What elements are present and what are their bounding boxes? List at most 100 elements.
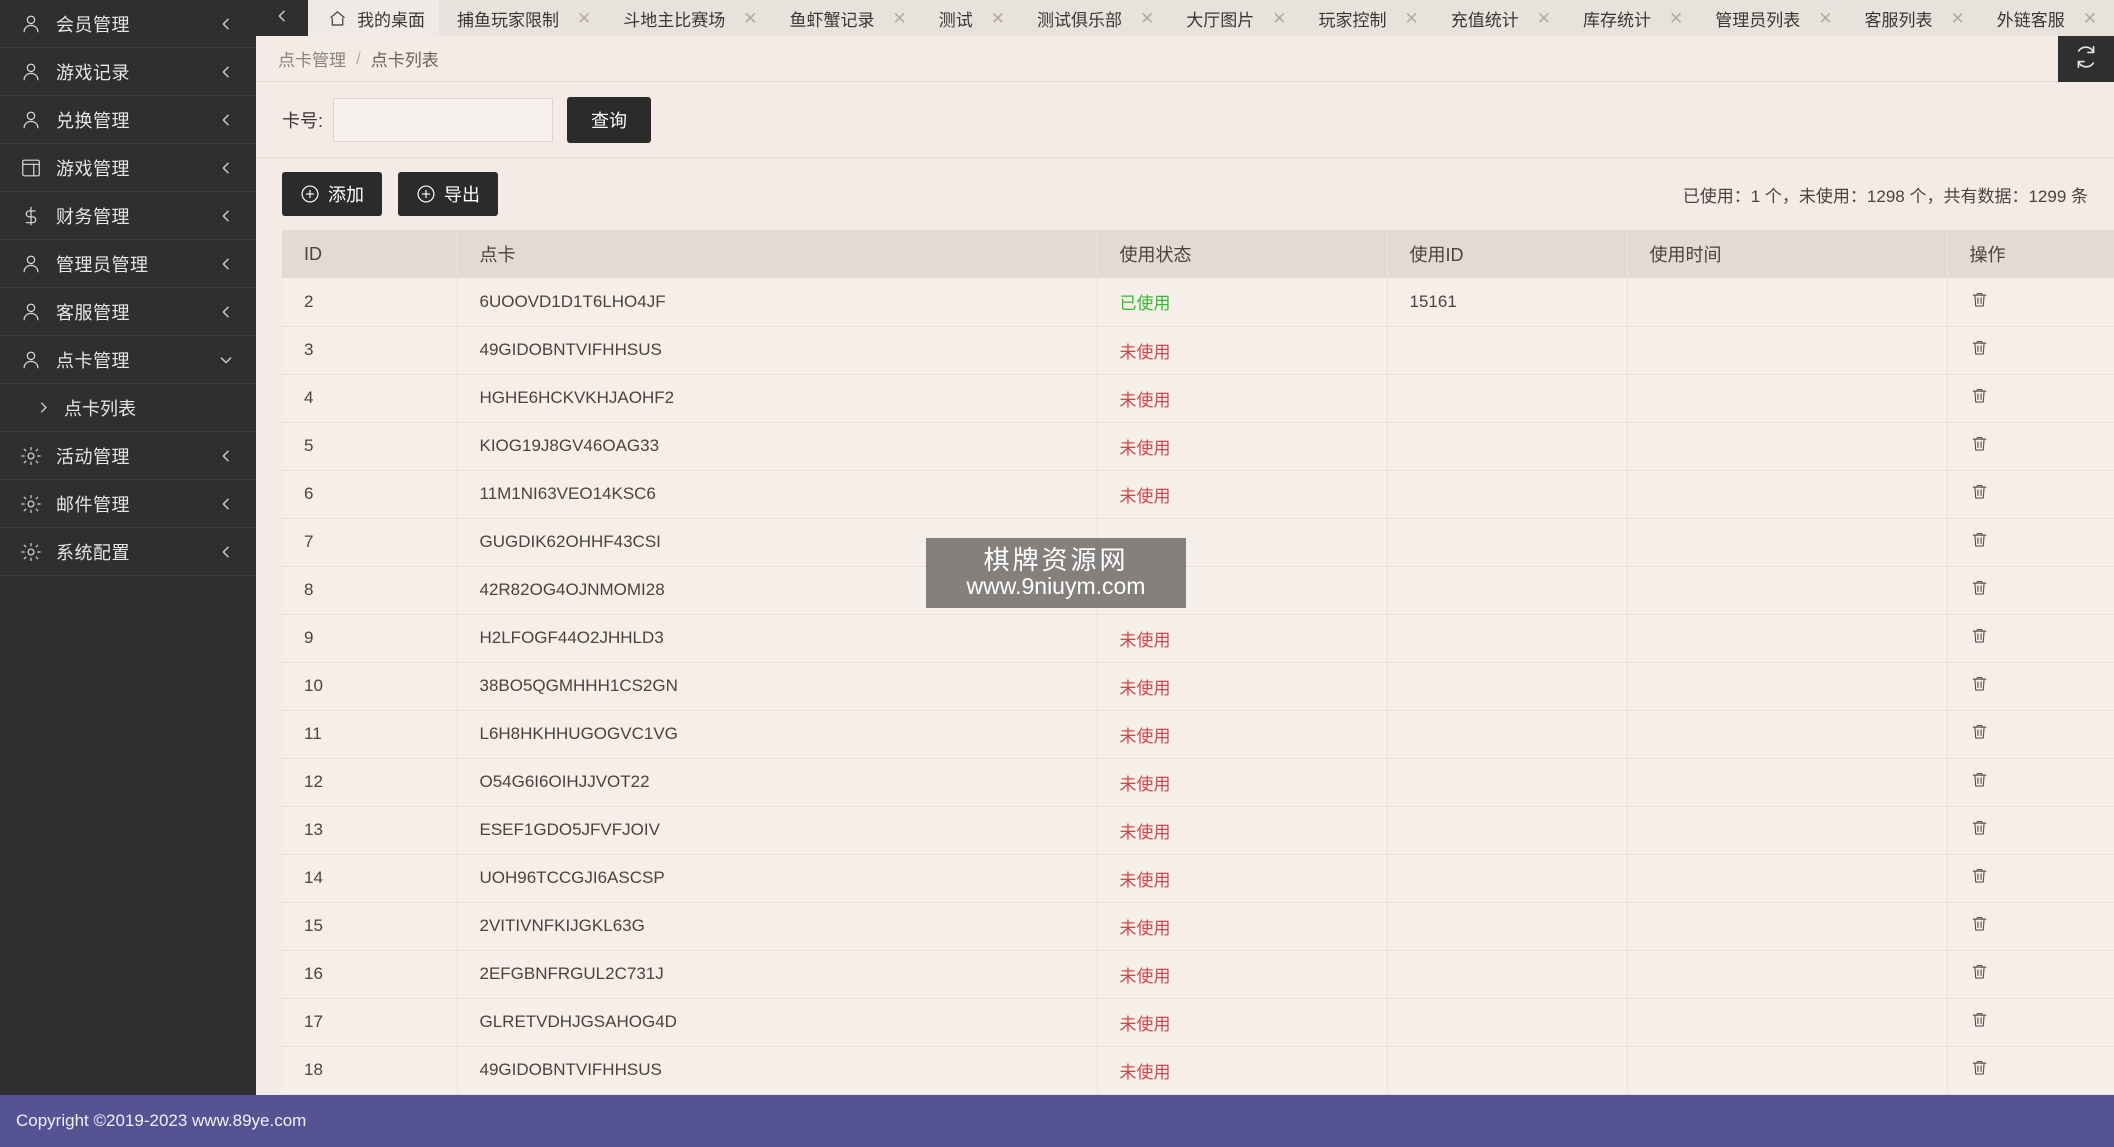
chevron-down-icon[interactable]	[218, 352, 234, 368]
delete-row-button[interactable]	[1970, 1010, 1989, 1029]
delete-row-button[interactable]	[1970, 722, 1989, 741]
tab-close-icon[interactable]: ✕	[1397, 10, 1419, 27]
cell-card: 42R82OG4OJNMOMI28	[457, 566, 1098, 615]
chevron-left-icon[interactable]	[218, 496, 234, 512]
sidebar-item-8[interactable]: 活动管理	[0, 432, 256, 480]
add-button[interactable]: 添加	[282, 172, 382, 216]
refresh-button[interactable]	[2058, 36, 2114, 82]
chevron-left-icon[interactable]	[218, 448, 234, 464]
tab-close-icon[interactable]: ✕	[569, 10, 591, 27]
sidebar-item-1[interactable]: 游戏记录	[0, 48, 256, 96]
query-button[interactable]: 查询	[567, 96, 652, 143]
cell-status: 未使用	[1097, 854, 1388, 903]
user-icon	[20, 349, 46, 371]
delete-row-button[interactable]	[1970, 962, 1989, 981]
delete-row-button[interactable]	[1970, 914, 1989, 933]
delete-row-button[interactable]	[1970, 530, 1989, 549]
table-row: 18 49GIDOBNTVIFHHSUS 未使用	[282, 1046, 2114, 1095]
tab-close-icon[interactable]: ✕	[983, 10, 1005, 27]
tab-5[interactable]: 测试俱乐部 ✕	[1019, 0, 1168, 36]
breadcrumb-current: 点卡列表	[370, 51, 439, 70]
cell-operation	[1947, 998, 2114, 1047]
breadcrumb-separator: /	[356, 48, 361, 68]
breadcrumb-bar: 点卡管理 / 点卡列表	[256, 36, 2114, 82]
tab-7[interactable]: 玩家控制 ✕	[1301, 0, 1433, 36]
table-row: 16 2EFGBNFRGUL2C731J 未使用	[282, 950, 2114, 999]
tab-close-icon[interactable]: ✕	[735, 10, 757, 27]
cell-card: 49GIDOBNTVIFHHSUS	[457, 326, 1098, 375]
cell-status: 未使用	[1097, 614, 1388, 663]
delete-row-button[interactable]	[1970, 770, 1989, 789]
tab-close-icon[interactable]: ✕	[1132, 10, 1154, 27]
sidebar-item-5[interactable]: 管理员管理	[0, 240, 256, 288]
table-row: 10 38BO5QGMHHH1CS2GN 未使用	[282, 662, 2114, 711]
delete-row-button[interactable]	[1970, 386, 1989, 405]
tab-6[interactable]: 大厅图片 ✕	[1168, 0, 1300, 36]
tab-4[interactable]: 测试 ✕	[921, 0, 1019, 36]
sidebar-item-2[interactable]: 兑换管理	[0, 96, 256, 144]
tab-close-icon[interactable]: ✕	[1943, 10, 1965, 27]
tab-8[interactable]: 充值统计 ✕	[1433, 0, 1565, 36]
chevron-left-icon[interactable]	[218, 256, 234, 272]
chevron-left-icon[interactable]	[218, 64, 234, 80]
tab-close-icon[interactable]: ✕	[2075, 10, 2097, 27]
cell-card: 38BO5QGMHHH1CS2GN	[457, 662, 1098, 711]
cell-card: 6UOOVD1D1T6LHO4JF	[457, 278, 1098, 327]
card-number-label: 卡号:	[282, 110, 324, 131]
sidebar-item-3[interactable]: 游戏管理	[0, 144, 256, 192]
cell-id: 17	[282, 998, 458, 1047]
tab-close-icon[interactable]: ✕	[1810, 10, 1832, 27]
tab-3[interactable]: 鱼虾蟹记录 ✕	[772, 0, 921, 36]
plus-circle-icon	[416, 184, 436, 204]
tab-close-icon[interactable]: ✕	[885, 10, 907, 27]
chevron-left-icon[interactable]	[218, 16, 234, 32]
tab-11[interactable]: 客服列表 ✕	[1847, 0, 1979, 36]
cell-status	[1097, 518, 1388, 567]
tab-label: 库存统计	[1583, 10, 1651, 30]
sidebar-item-label: 兑换管理	[56, 110, 130, 131]
sidebar-item-10[interactable]: 系统配置	[0, 528, 256, 576]
delete-row-button[interactable]	[1970, 338, 1989, 357]
sidebar-item-7[interactable]: 点卡管理	[0, 336, 256, 384]
dollar-icon	[20, 205, 46, 227]
delete-row-button[interactable]	[1970, 674, 1989, 693]
delete-row-button[interactable]	[1970, 578, 1989, 597]
cell-use-id	[1387, 710, 1628, 759]
chevron-left-icon[interactable]	[218, 112, 234, 128]
delete-row-button[interactable]	[1970, 290, 1989, 309]
tab-10[interactable]: 管理员列表 ✕	[1697, 0, 1846, 36]
breadcrumb-parent[interactable]: 点卡管理	[278, 46, 346, 71]
delete-row-button[interactable]	[1970, 866, 1989, 885]
table-row: 17 GLRETVDHJGSAHOG4D 未使用	[282, 998, 2114, 1047]
delete-row-button[interactable]	[1970, 626, 1989, 645]
sidebar-item-9[interactable]: 邮件管理	[0, 480, 256, 528]
cell-operation	[1947, 614, 2114, 663]
sidebar-collapse-toggle[interactable]	[256, 0, 308, 36]
sidebar-subitem-card-list[interactable]: 点卡列表	[0, 384, 256, 432]
tab-9[interactable]: 库存统计 ✕	[1565, 0, 1697, 36]
tab-close-icon[interactable]: ✕	[1529, 10, 1551, 27]
chevron-left-icon[interactable]	[218, 544, 234, 560]
table-row: 2 6UOOVD1D1T6LHO4JF 已使用 15161	[282, 278, 2114, 327]
delete-row-button[interactable]	[1970, 818, 1989, 837]
delete-row-button[interactable]	[1970, 434, 1989, 453]
sidebar-item-4[interactable]: 财务管理	[0, 192, 256, 240]
tab-close-icon[interactable]: ✕	[1661, 10, 1683, 27]
export-button[interactable]: 导出	[398, 172, 498, 216]
sidebar-item-0[interactable]: 会员管理	[0, 0, 256, 48]
chevron-left-icon[interactable]	[218, 208, 234, 224]
tab-1[interactable]: 捕鱼玩家限制 ✕	[439, 0, 605, 36]
sidebar-subitem-label: 点卡列表	[64, 398, 136, 419]
tab-2[interactable]: 斗地主比赛场 ✕	[605, 0, 771, 36]
chevron-left-icon[interactable]	[218, 304, 234, 320]
tab-12[interactable]: 外链客服 ✕	[1979, 0, 2111, 36]
chevron-left-icon[interactable]	[218, 160, 234, 176]
sidebar-item-6[interactable]: 客服管理	[0, 288, 256, 336]
tab-0[interactable]: 我的桌面	[308, 0, 439, 36]
delete-row-button[interactable]	[1970, 1058, 1989, 1077]
delete-row-button[interactable]	[1970, 482, 1989, 501]
tab-close-icon[interactable]: ✕	[1264, 10, 1286, 27]
card-number-input[interactable]	[333, 97, 554, 142]
cell-status: 未使用	[1097, 422, 1388, 471]
sidebar-item-label: 系统配置	[56, 542, 130, 563]
